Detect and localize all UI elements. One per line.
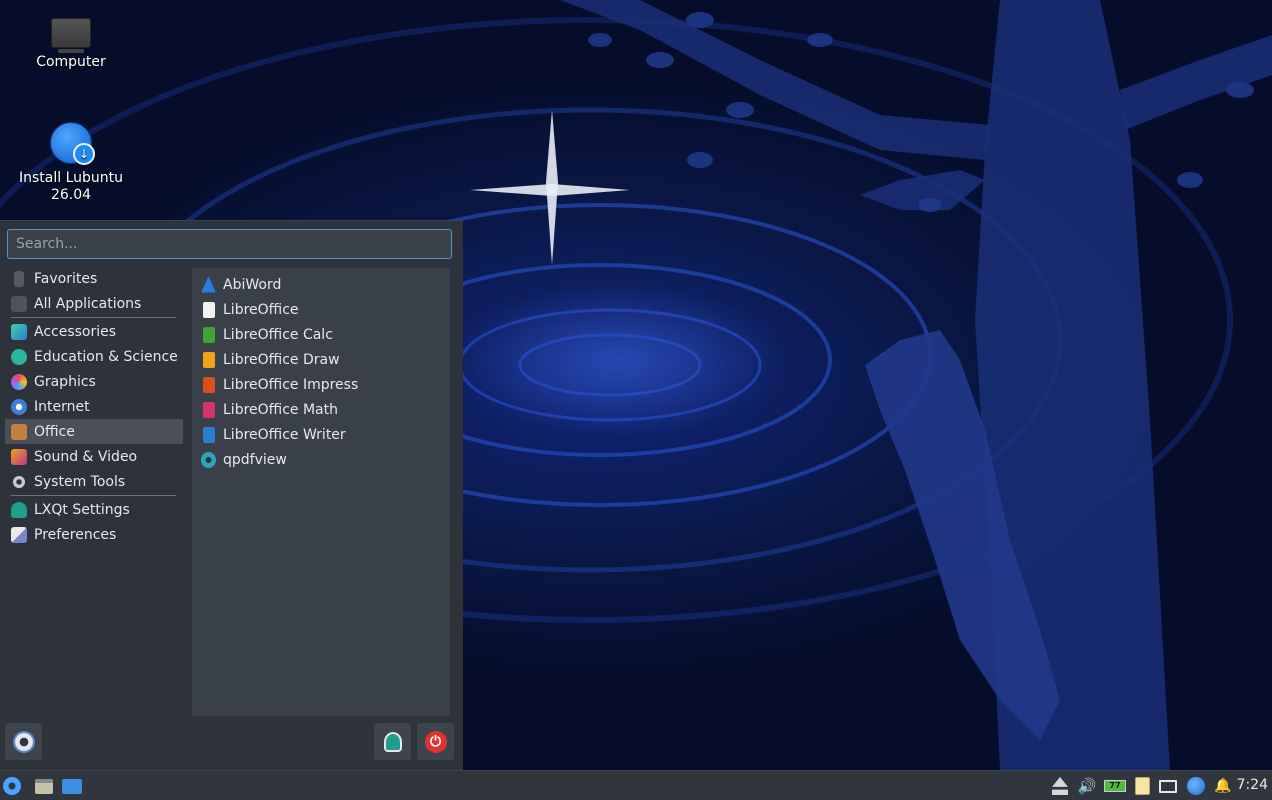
- update-icon: [1187, 777, 1205, 795]
- file-manager-launcher[interactable]: [34, 776, 54, 796]
- category-accessories[interactable]: Accessories: [5, 319, 183, 344]
- app-libreoffice-draw[interactable]: LibreOffice Draw: [192, 347, 450, 372]
- folder-icon: [11, 295, 27, 312]
- desktop-icon-label: Computer: [36, 54, 106, 70]
- taskbar: 🔊 77 🔔 7:24: [0, 770, 1272, 800]
- category-preferences[interactable]: Preferences: [5, 522, 183, 547]
- clipboard-icon: [1134, 777, 1150, 795]
- application-list: AbiWord LibreOffice LibreOffice Calc Lib…: [192, 268, 450, 716]
- app-label: LibreOffice Writer: [223, 426, 346, 443]
- application-menu: Favorites All Applications Accessories E…: [0, 220, 463, 770]
- power-button[interactable]: ⏻: [417, 723, 454, 760]
- category-sound-video[interactable]: Sound & Video: [5, 444, 183, 469]
- volume-button[interactable]: 🔊: [1077, 776, 1097, 796]
- category-label: Favorites: [34, 270, 98, 287]
- start-menu-button[interactable]: [2, 776, 22, 796]
- category-separator: [11, 495, 176, 496]
- clock[interactable]: 7:24: [1237, 777, 1268, 793]
- app-label: AbiWord: [223, 276, 282, 293]
- download-arrow-icon: ↓: [73, 143, 95, 165]
- category-label: System Tools: [34, 473, 126, 490]
- app-libreoffice-writer[interactable]: LibreOffice Writer: [192, 422, 450, 447]
- category-education-science[interactable]: Education & Science: [5, 344, 183, 369]
- desktop-icon-label-version: 26.04: [50, 187, 92, 203]
- libreoffice-calc-icon: [203, 326, 215, 343]
- lxqt-settings-icon: [383, 731, 402, 752]
- network-icon: [1159, 779, 1177, 793]
- notifications-button[interactable]: 🔔: [1213, 776, 1233, 796]
- app-abiword[interactable]: AbiWord: [192, 272, 450, 297]
- lubuntu-start-icon: [3, 777, 21, 795]
- eject-icon: [1052, 777, 1068, 795]
- category-list: Favorites All Applications Accessories E…: [5, 266, 183, 547]
- file-manager-icon: [35, 778, 53, 794]
- lxqt-settings-button[interactable]: [374, 723, 411, 760]
- eject-button[interactable]: [1050, 776, 1070, 796]
- category-label: All Applications: [34, 295, 142, 312]
- category-label: Internet: [34, 398, 90, 415]
- app-label: LibreOffice Calc: [223, 326, 333, 343]
- libreoffice-draw-icon: [203, 351, 215, 368]
- category-label: LXQt Settings: [34, 501, 130, 518]
- multimedia-icon: [11, 448, 27, 465]
- desktop-icon: [62, 778, 82, 794]
- power-icon: ⏻: [424, 730, 447, 753]
- app-label: LibreOffice Math: [223, 401, 338, 418]
- app-libreoffice-impress[interactable]: LibreOffice Impress: [192, 372, 450, 397]
- category-favorites[interactable]: Favorites: [5, 266, 183, 291]
- category-all-applications[interactable]: All Applications: [5, 291, 183, 316]
- notification-icon: 🔔: [1214, 778, 1232, 794]
- libreoffice-writer-icon: [203, 426, 215, 443]
- desktop-icon-label: Install Lubuntu: [18, 170, 123, 186]
- category-label: Accessories: [34, 323, 117, 340]
- lubuntu-logo-icon: [12, 730, 35, 753]
- graphics-icon: [11, 373, 27, 390]
- category-label: Graphics: [34, 373, 96, 390]
- category-label: Education & Science: [34, 348, 178, 365]
- volume-icon: 🔊: [1077, 777, 1097, 795]
- app-label: LibreOffice: [223, 301, 299, 318]
- libreoffice-math-icon: [203, 401, 215, 418]
- bookmark-icon: [14, 270, 24, 287]
- lubuntu-menu-button[interactable]: [5, 723, 42, 760]
- category-lxqt-settings[interactable]: LXQt Settings: [5, 497, 183, 522]
- show-desktop-button[interactable]: [62, 776, 82, 796]
- install-lubuntu-icon: ↓: [50, 122, 95, 165]
- category-label: Office: [34, 423, 75, 440]
- clipboard-button[interactable]: [1132, 776, 1152, 796]
- category-separator: [11, 317, 176, 318]
- battery-indicator[interactable]: 77: [1103, 776, 1127, 796]
- system-tools-icon: [13, 475, 25, 488]
- accessories-icon: [11, 323, 27, 340]
- education-icon: [11, 348, 27, 365]
- app-libreoffice-math[interactable]: LibreOffice Math: [192, 397, 450, 422]
- app-libreoffice-calc[interactable]: LibreOffice Calc: [192, 322, 450, 347]
- libreoffice-impress-icon: [203, 376, 215, 393]
- category-label: Sound & Video: [34, 448, 138, 465]
- update-notifier-button[interactable]: [1186, 776, 1206, 796]
- app-label: LibreOffice Impress: [223, 376, 359, 393]
- app-label: qpdfview: [223, 451, 287, 468]
- category-label: Preferences: [34, 526, 117, 543]
- category-internet[interactable]: Internet: [5, 394, 183, 419]
- libreoffice-icon: [203, 301, 215, 318]
- category-graphics[interactable]: Graphics: [5, 369, 183, 394]
- category-system-tools[interactable]: System Tools: [5, 469, 183, 494]
- desktop-icon-install-lubuntu[interactable]: ↓ Install Lubuntu 26.04: [11, 122, 131, 204]
- search-input[interactable]: [7, 229, 452, 259]
- internet-icon: [11, 398, 27, 415]
- category-office[interactable]: Office: [5, 419, 183, 444]
- computer-icon: [51, 18, 91, 53]
- battery-icon: 77: [1104, 780, 1126, 792]
- qpdfview-icon: [201, 451, 216, 468]
- app-libreoffice[interactable]: LibreOffice: [192, 297, 450, 322]
- app-qpdfview[interactable]: qpdfview: [192, 447, 450, 472]
- preferences-icon: [11, 526, 27, 543]
- desktop-icon-computer[interactable]: Computer: [11, 18, 131, 71]
- office-icon: [11, 423, 27, 440]
- network-button[interactable]: [1158, 776, 1178, 796]
- abiword-icon: [201, 276, 216, 293]
- lxqt-settings-icon: [11, 501, 27, 518]
- app-label: LibreOffice Draw: [223, 351, 340, 368]
